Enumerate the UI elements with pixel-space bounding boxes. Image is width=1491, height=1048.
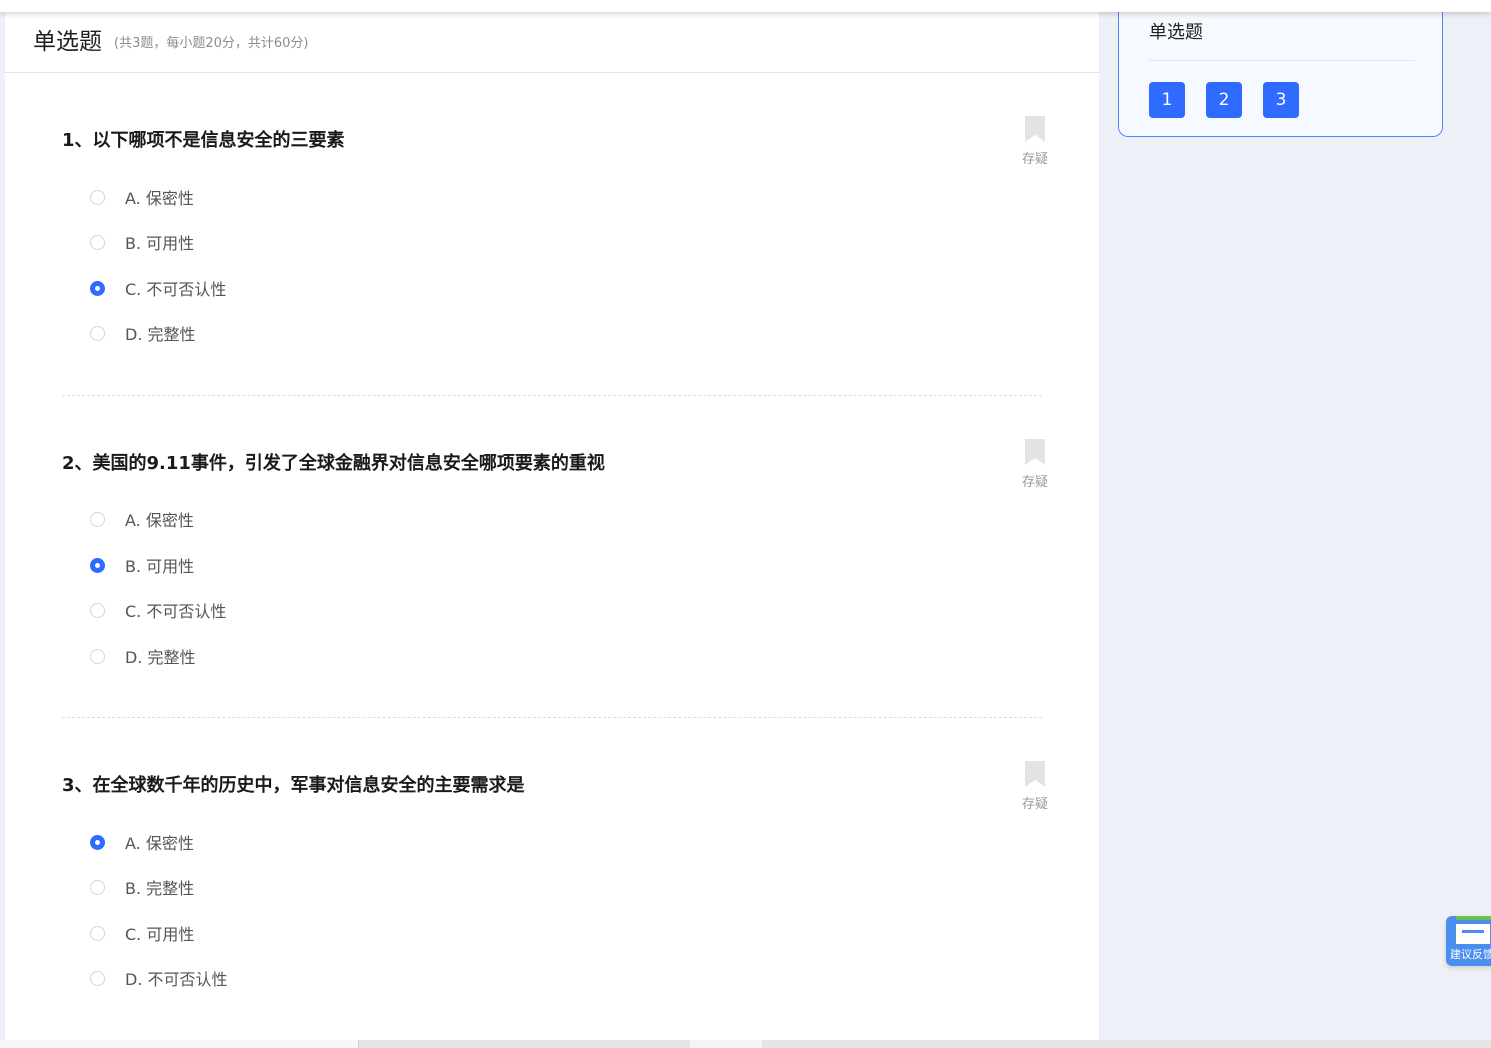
question-panel: 单选题 (共3题，每小题20分，共计60分) 1、以下哪项不是信息安全的三要素 … <box>5 0 1099 1048</box>
feedback-button[interactable]: 建议反馈 <box>1446 916 1491 966</box>
radio-button[interactable] <box>90 879 105 895</box>
option-text: A. 保密性 <box>125 189 194 208</box>
radio-button[interactable] <box>90 234 105 250</box>
scrollbar-thumb[interactable] <box>0 1040 359 1048</box>
option-d[interactable]: D. 完整性 <box>90 321 196 345</box>
nav-question-2-button[interactable]: 2 <box>1206 82 1242 118</box>
doubt-label: 存疑 <box>1021 152 1048 167</box>
top-bar-shadow <box>0 0 1491 12</box>
option-text: D. 完整性 <box>125 648 196 667</box>
bookmark-icon <box>1025 439 1045 465</box>
section-header: 单选题 (共3题，每小题20分，共计60分) <box>5 12 1099 73</box>
option-text: A. 保密性 <box>125 511 194 530</box>
feedback-label: 建议反馈 <box>1450 948 1491 961</box>
section-title: 单选题 <box>33 29 102 55</box>
question-title: 2、美国的9.11事件，引发了全球金融界对信息安全哪项要素的重视 <box>62 453 605 474</box>
nav-question-1-button[interactable]: 1 <box>1149 82 1185 118</box>
option-text: C. 不可否认性 <box>125 280 227 299</box>
question-nav-card: 单选题 1 2 3 <box>1118 0 1443 137</box>
doubt-bookmark-button[interactable]: 存疑 <box>1015 439 1055 490</box>
horizontal-scrollbar[interactable] <box>0 1040 1491 1048</box>
feedback-strip <box>1456 916 1491 920</box>
radio-button[interactable] <box>90 602 105 618</box>
nav-section-title: 单选题 <box>1149 22 1203 43</box>
radio-button[interactable] <box>90 925 105 941</box>
option-text: B. 完整性 <box>125 879 195 898</box>
option-a[interactable]: A. 保密性 <box>90 185 194 209</box>
option-text: C. 不可否认性 <box>125 602 227 621</box>
option-c[interactable]: C. 可用性 <box>90 921 194 945</box>
doubt-bookmark-button[interactable]: 存疑 <box>1015 116 1055 167</box>
option-b[interactable]: B. 完整性 <box>90 875 194 899</box>
option-text: C. 可用性 <box>125 925 195 944</box>
radio-button[interactable] <box>90 970 105 986</box>
radio-button[interactable] <box>90 648 105 664</box>
option-b[interactable]: B. 可用性 <box>90 553 194 577</box>
option-a[interactable]: A. 保密性 <box>90 507 194 531</box>
doubt-label: 存疑 <box>1021 475 1048 490</box>
nav-divider <box>1149 60 1415 61</box>
bookmark-icon <box>1025 116 1045 142</box>
doubt-label: 存疑 <box>1021 797 1048 812</box>
scrollbar-segment <box>690 1040 762 1048</box>
radio-button-selected[interactable] <box>90 280 105 296</box>
envelope-icon <box>1456 924 1490 944</box>
radio-button[interactable] <box>90 325 105 341</box>
doubt-bookmark-button[interactable]: 存疑 <box>1015 761 1055 812</box>
radio-button[interactable] <box>90 511 105 527</box>
question-title: 3、在全球数千年的历史中，军事对信息安全的主要需求是 <box>62 775 525 796</box>
option-text: B. 可用性 <box>125 234 195 253</box>
option-text: D. 不可否认性 <box>125 970 228 989</box>
radio-button-selected[interactable] <box>90 834 105 850</box>
section-meta: (共3题，每小题20分，共计60分) <box>114 36 309 51</box>
option-d[interactable]: D. 不可否认性 <box>90 966 228 990</box>
option-text: D. 完整性 <box>125 325 196 344</box>
question-title: 1、以下哪项不是信息安全的三要素 <box>62 130 345 151</box>
radio-button-selected[interactable] <box>90 557 105 573</box>
question-divider <box>62 395 1042 396</box>
option-text: A. 保密性 <box>125 834 194 853</box>
option-d[interactable]: D. 完整性 <box>90 644 196 668</box>
radio-button[interactable] <box>90 189 105 205</box>
nav-question-3-button[interactable]: 3 <box>1263 82 1299 118</box>
option-text: B. 可用性 <box>125 557 195 576</box>
question-divider <box>62 717 1042 718</box>
option-b[interactable]: B. 可用性 <box>90 230 194 254</box>
option-c[interactable]: C. 不可否认性 <box>90 276 226 300</box>
option-c[interactable]: C. 不可否认性 <box>90 598 226 622</box>
option-a[interactable]: A. 保密性 <box>90 830 194 854</box>
bookmark-icon <box>1025 761 1045 787</box>
